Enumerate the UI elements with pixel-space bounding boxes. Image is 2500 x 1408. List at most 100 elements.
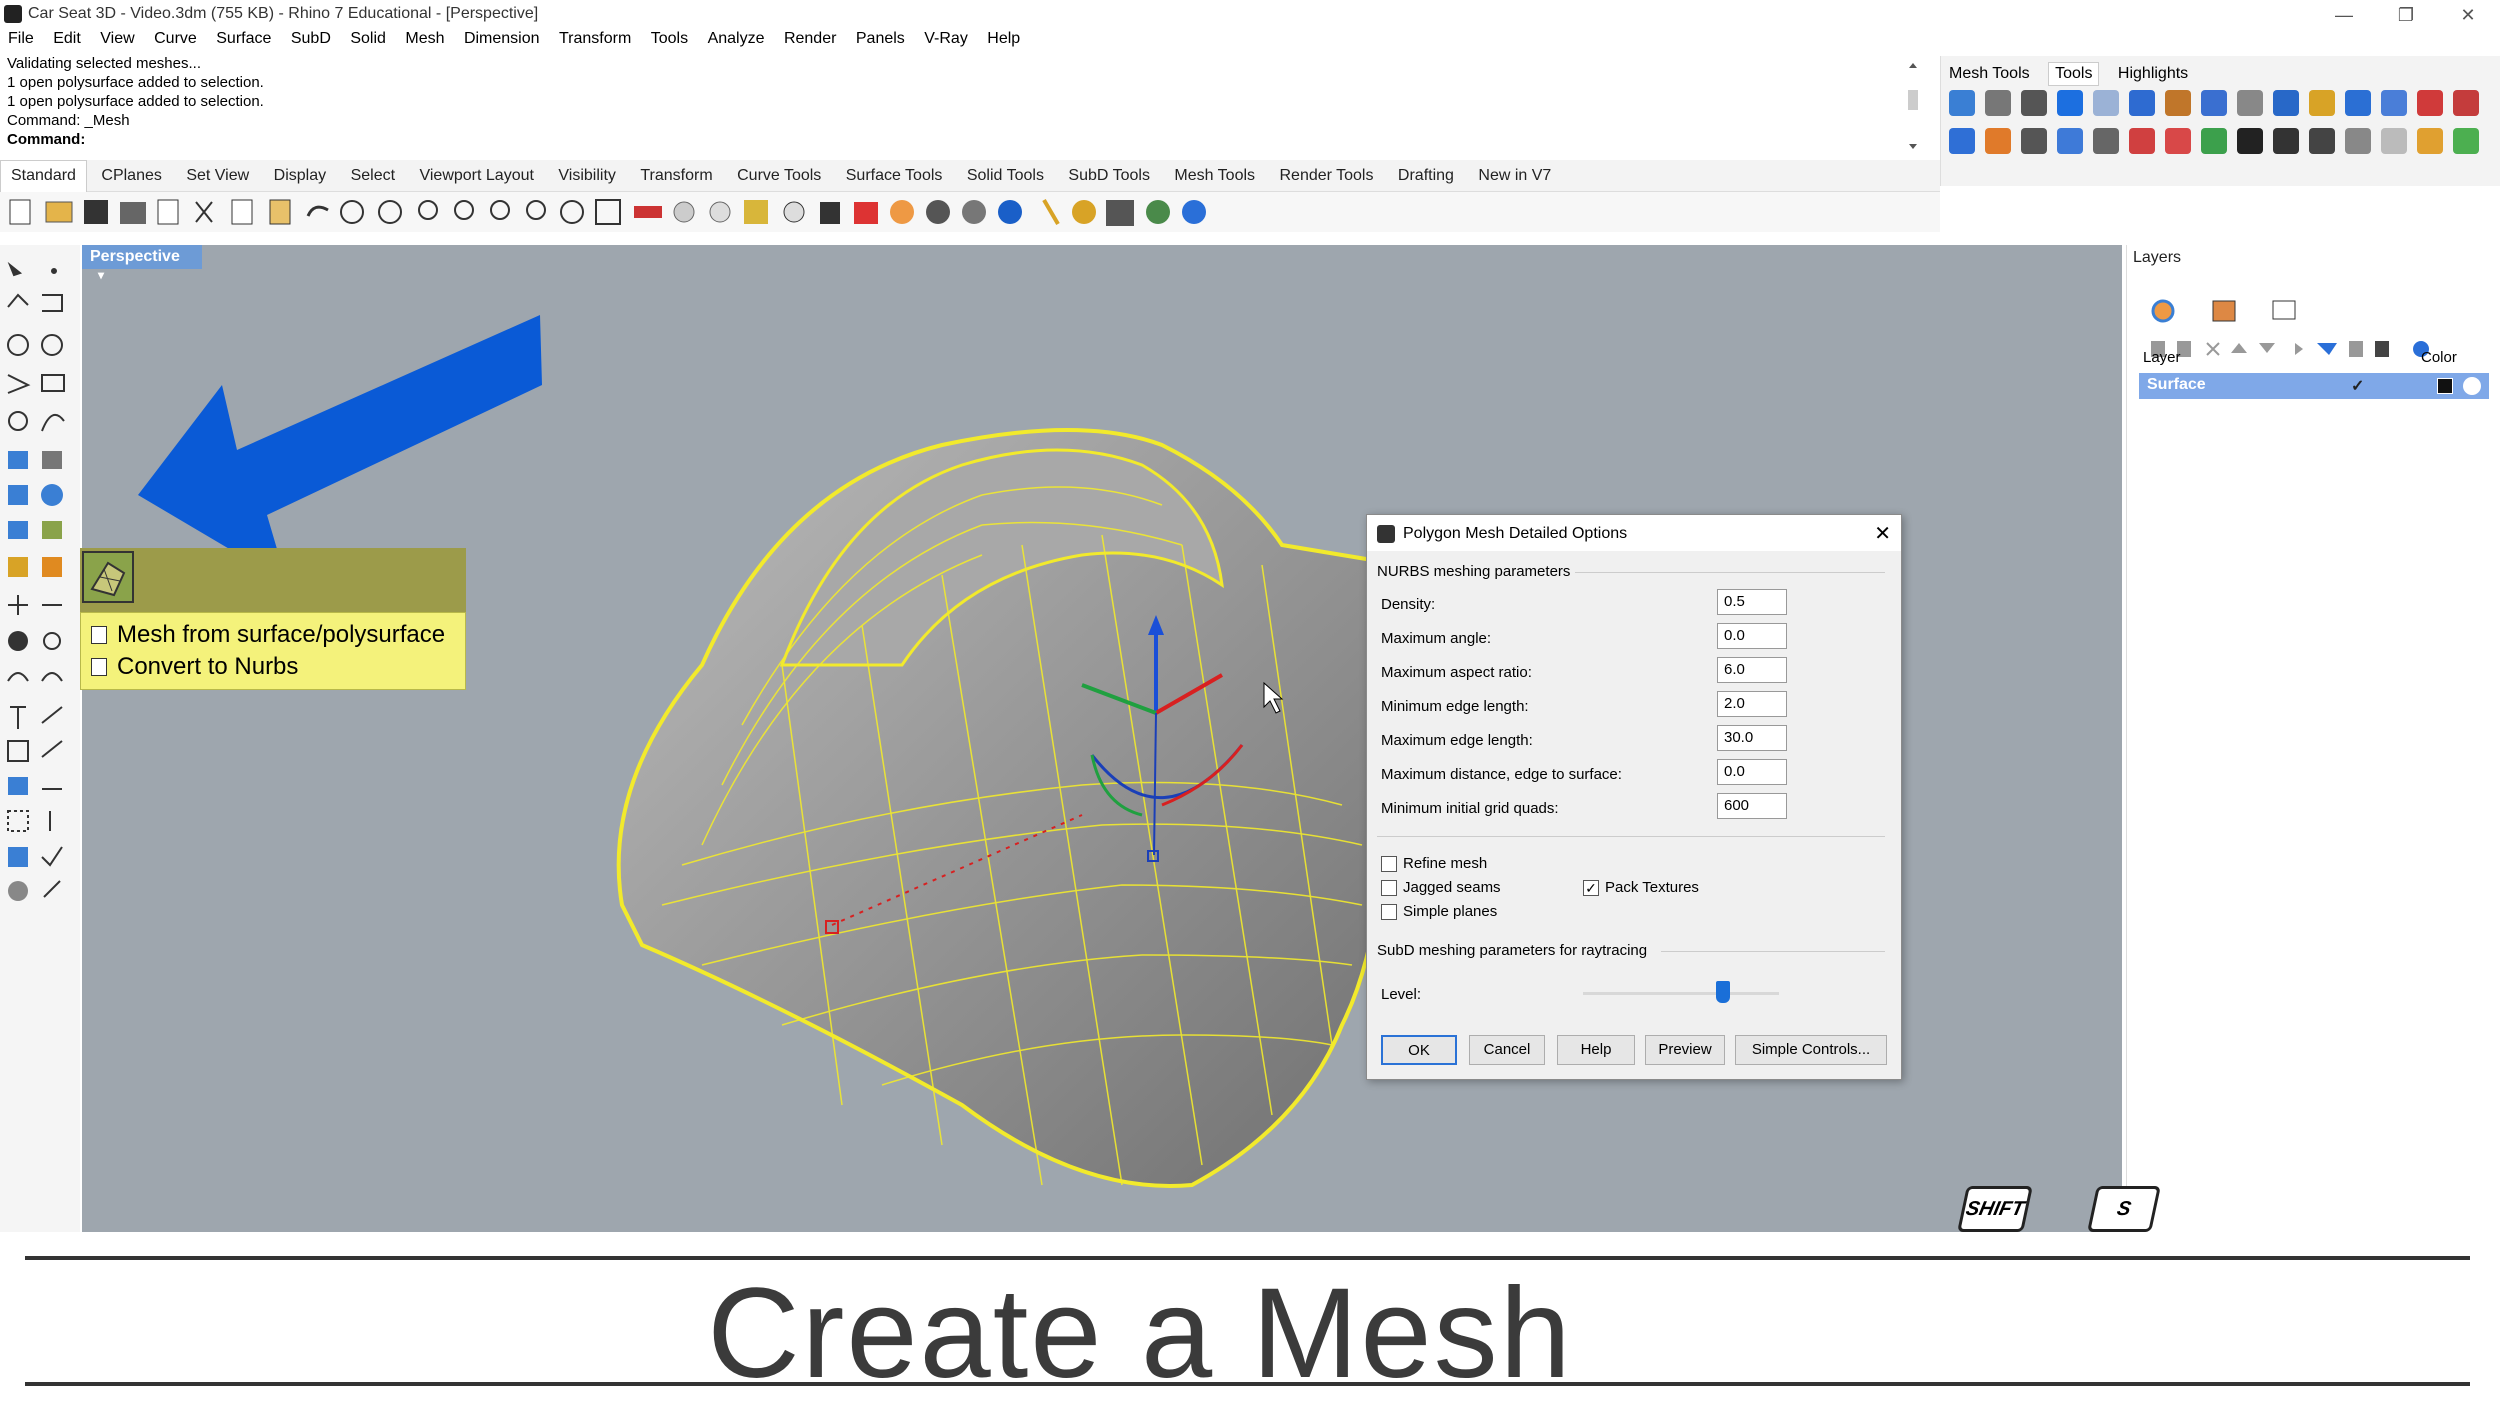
rhino-app-icon xyxy=(4,5,22,23)
current-layer-check-icon[interactable]: ✓ xyxy=(2351,376,2364,396)
shift-key-badge: SHIFT xyxy=(1957,1186,2033,1232)
tab-subd-tools[interactable]: SubD Tools xyxy=(1058,161,1160,193)
checkbox-box[interactable] xyxy=(1381,879,1397,896)
menu-tools[interactable]: Tools xyxy=(651,30,688,48)
menu-bar: File Edit View Curve Surface SubD Solid … xyxy=(0,30,2500,54)
command-scrollbar[interactable] xyxy=(1906,60,1920,152)
mouse-left-icon xyxy=(91,626,107,644)
tab-surface-tools[interactable]: Surface Tools xyxy=(836,161,953,193)
density-label: Density: xyxy=(1381,596,1436,613)
slider-thumb[interactable] xyxy=(1716,981,1730,1003)
simple-planes-label: Simple planes xyxy=(1403,903,1498,920)
menu-edit[interactable]: Edit xyxy=(53,30,81,48)
menu-render[interactable]: Render xyxy=(784,30,836,48)
layers-toolbar[interactable] xyxy=(2127,271,2500,361)
min-edge-length-field[interactable]: 2.0 xyxy=(1717,691,1787,717)
menu-view[interactable]: View xyxy=(100,30,134,48)
tab-solid-tools[interactable]: Solid Tools xyxy=(957,161,1054,193)
menu-panels[interactable]: Panels xyxy=(856,30,905,48)
density-field[interactable]: 0.5 xyxy=(1717,589,1787,615)
tab-select[interactable]: Select xyxy=(341,161,405,193)
tooltip-item[interactable]: Convert to Nurbs xyxy=(91,651,465,683)
menu-surface[interactable]: Surface xyxy=(216,30,271,48)
standard-tool-icons[interactable] xyxy=(0,192,1240,232)
min-edge-length-label: Minimum edge length: xyxy=(1381,698,1529,715)
checkbox-box[interactable] xyxy=(1381,855,1397,872)
command-prompt[interactable]: Command: xyxy=(7,130,1920,149)
close-icon[interactable]: ✕ xyxy=(1874,521,1891,546)
video-caption: Create a Mesh xyxy=(0,1232,2500,1408)
menu-solid[interactable]: Solid xyxy=(350,30,386,48)
tab-mesh-tools[interactable]: Mesh Tools xyxy=(1949,65,2030,83)
tab-drafting[interactable]: Drafting xyxy=(1388,161,1464,193)
tab-display[interactable]: Display xyxy=(264,161,336,193)
viewport-name: Perspective xyxy=(90,248,180,265)
close-window-button[interactable]: ✕ xyxy=(2448,2,2488,28)
history-line: 1 open polysurface added to selection. xyxy=(7,93,264,110)
command-history: Validating selected meshes... 1 open pol… xyxy=(0,54,1920,154)
tab-new-in-v7[interactable]: New in V7 xyxy=(1468,161,1561,193)
menu-dimension[interactable]: Dimension xyxy=(464,30,540,48)
max-distance-field[interactable]: 0.0 xyxy=(1717,759,1787,785)
checkbox-checked[interactable]: ✓ xyxy=(1583,879,1599,896)
chevron-down-icon[interactable]: ▾ xyxy=(98,268,104,282)
min-grid-quads-field[interactable]: 600 xyxy=(1717,793,1787,819)
tab-cplanes[interactable]: CPlanes xyxy=(91,161,171,193)
menu-file[interactable]: File xyxy=(8,30,34,48)
menu-analyze[interactable]: Analyze xyxy=(708,30,765,48)
preview-button[interactable]: Preview xyxy=(1645,1035,1725,1065)
max-angle-field[interactable]: 0.0 xyxy=(1717,623,1787,649)
material-icon[interactable] xyxy=(2463,377,2481,395)
cancel-button[interactable]: Cancel xyxy=(1469,1035,1545,1065)
layer-color-swatch[interactable] xyxy=(2437,378,2453,394)
tab-set-view[interactable]: Set View xyxy=(176,161,259,193)
layer-row-surface[interactable]: Surface ✓ xyxy=(2139,373,2489,399)
subd-section-label: SubD meshing parameters for raytracing xyxy=(1377,942,1648,959)
tab-viewport-layout[interactable]: Viewport Layout xyxy=(409,161,543,193)
tool-icon[interactable] xyxy=(1949,90,2479,154)
minimize-button[interactable]: — xyxy=(2324,2,2364,28)
help-button[interactable]: Help xyxy=(1557,1035,1635,1065)
tooltip-item[interactable]: Mesh from surface/polysurface xyxy=(91,619,465,651)
menu-help[interactable]: Help xyxy=(987,30,1020,48)
refine-mesh-label: Refine mesh xyxy=(1403,855,1488,872)
refine-mesh-checkbox[interactable]: Refine mesh xyxy=(1381,855,1487,872)
menu-curve[interactable]: Curve xyxy=(154,30,197,48)
viewport-label[interactable]: Perspective ▾ xyxy=(82,245,202,282)
left-tool-icons[interactable] xyxy=(0,245,80,905)
restore-button[interactable]: ❐ xyxy=(2386,2,2426,28)
window-title: Car Seat 3D - Video.3dm (755 KB) - Rhino… xyxy=(28,5,539,22)
menu-transform[interactable]: Transform xyxy=(559,30,631,48)
tab-highlights[interactable]: Highlights xyxy=(2118,65,2188,83)
simple-planes-checkbox[interactable]: Simple planes xyxy=(1381,903,1497,920)
tab-standard[interactable]: Standard xyxy=(0,160,87,192)
tab-mesh-tools-std[interactable]: Mesh Tools xyxy=(1164,161,1265,193)
max-aspect-ratio-field[interactable]: 6.0 xyxy=(1717,657,1787,683)
tab-visibility[interactable]: Visibility xyxy=(548,161,626,193)
simple-controls-button[interactable]: Simple Controls... xyxy=(1735,1035,1887,1065)
tab-transform[interactable]: Transform xyxy=(630,161,722,193)
menu-subd[interactable]: SubD xyxy=(291,30,331,48)
menu-vray[interactable]: V-Ray xyxy=(924,30,968,48)
tab-render-tools[interactable]: Render Tools xyxy=(1269,161,1383,193)
mesh-from-surface-icon[interactable] xyxy=(82,551,134,603)
ok-button[interactable]: OK xyxy=(1381,1035,1457,1065)
pack-textures-checkbox[interactable]: ✓ Pack Textures xyxy=(1583,879,1699,896)
polygon-mesh-dialog: Polygon Mesh Detailed Options ✕ NURBS me… xyxy=(1366,514,1902,1080)
mouse-right-icon xyxy=(91,658,107,676)
menu-mesh[interactable]: Mesh xyxy=(405,30,444,48)
level-slider[interactable] xyxy=(1583,981,1779,1007)
max-edge-length-label: Maximum edge length: xyxy=(1381,732,1533,749)
max-aspect-ratio-label: Maximum aspect ratio: xyxy=(1381,664,1532,681)
tab-curve-tools[interactable]: Curve Tools xyxy=(727,161,831,193)
tools-panel: Mesh Tools Tools Highlights xyxy=(1940,56,2500,186)
history-line: Validating selected meshes... xyxy=(7,55,201,72)
checkbox-box[interactable] xyxy=(1381,903,1397,920)
history-line: 1 open polysurface added to selection. xyxy=(7,74,264,91)
min-grid-quads-label: Minimum initial grid quads: xyxy=(1381,800,1559,817)
max-edge-length-field[interactable]: 30.0 xyxy=(1717,725,1787,751)
tab-tools[interactable]: Tools xyxy=(2048,62,2100,86)
caption-bottom-rule xyxy=(25,1382,2470,1386)
jagged-seams-label: Jagged seams xyxy=(1403,879,1501,896)
jagged-seams-checkbox[interactable]: Jagged seams xyxy=(1381,879,1501,896)
